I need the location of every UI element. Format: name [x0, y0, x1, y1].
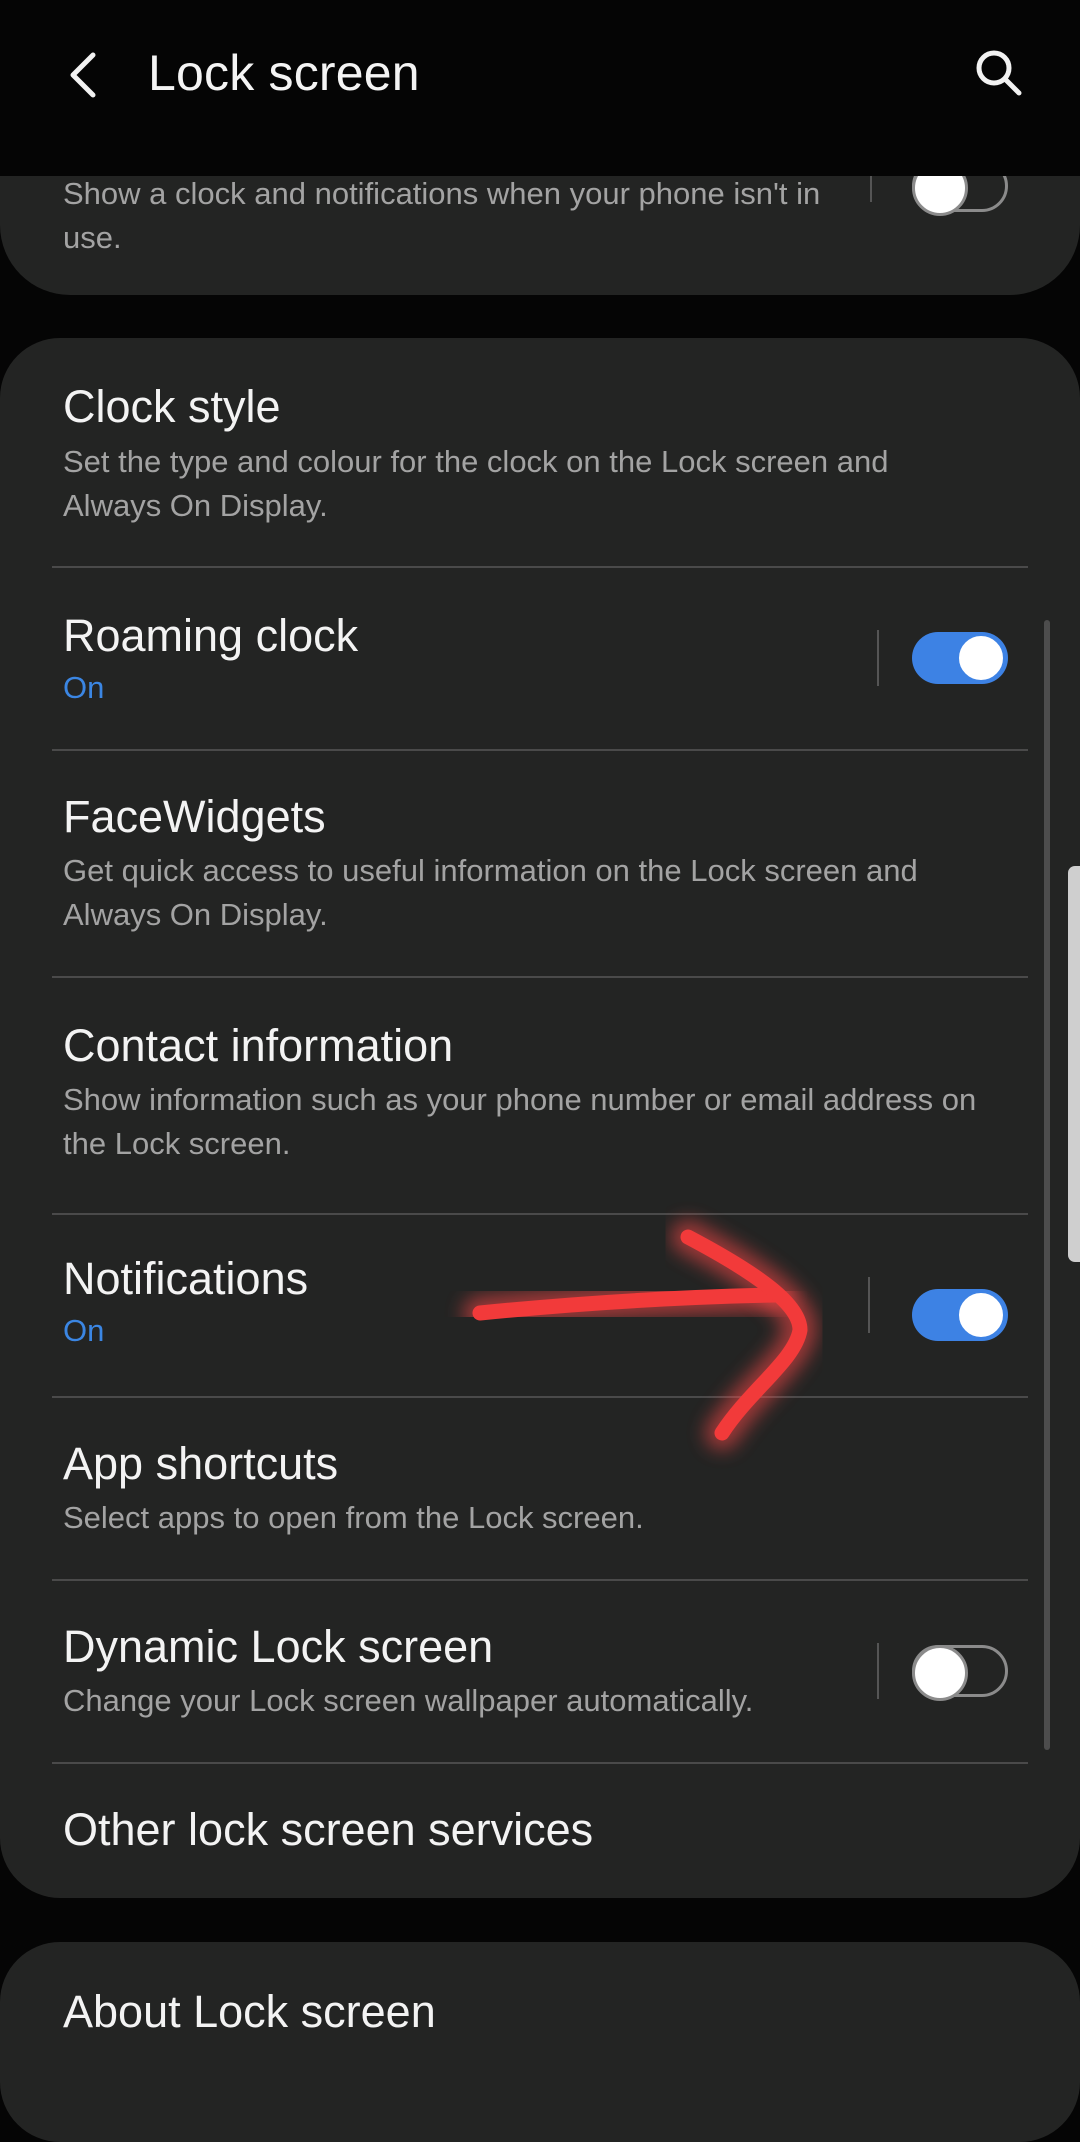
facewidgets-title: FaceWidgets: [63, 791, 326, 842]
toggle-knob: [957, 1291, 1005, 1339]
back-button[interactable]: [52, 40, 112, 110]
about-lock-screen-card[interactable]: About Lock screen: [0, 1942, 1080, 2142]
clock-style-subtitle: Set the type and colour for the clock on…: [63, 444, 889, 523]
dynamic-lock-screen-subtitle: Change your Lock screen wallpaper automa…: [63, 1683, 754, 1718]
contact-information-title: Contact information: [63, 1020, 454, 1071]
app-shortcuts-title: App shortcuts: [63, 1438, 339, 1489]
facewidgets-item[interactable]: FaceWidgets Get quick access to useful i…: [0, 751, 1080, 977]
app-bar: Lock screen: [0, 0, 1080, 176]
separator: [877, 630, 879, 686]
aod-description: Show a clock and notifications when your…: [63, 176, 821, 255]
scrollbar[interactable]: [1044, 620, 1050, 1750]
search-icon: [976, 50, 1022, 96]
lock-screen-settings-card: Clock style Set the type and colour for …: [0, 338, 1080, 1898]
page-title: Lock screen: [148, 45, 420, 101]
other-lock-screen-services-title: Other lock screen services: [63, 1804, 594, 1855]
clock-style-title: Clock style: [63, 381, 281, 432]
toggle-knob: [912, 1645, 968, 1701]
roaming-clock-title: Roaming clock: [63, 610, 359, 661]
dynamic-lock-screen-toggle[interactable]: [912, 1645, 1008, 1701]
search-button[interactable]: [966, 40, 1032, 106]
separator: [877, 1643, 879, 1699]
separator: [868, 1277, 870, 1333]
roaming-clock-status: On: [63, 670, 105, 705]
notifications-item[interactable]: Notifications On: [0, 1215, 1080, 1397]
other-lock-screen-services-item[interactable]: Other lock screen services: [0, 1764, 1080, 1898]
app-shortcuts-item[interactable]: App shortcuts Select apps to open from t…: [0, 1398, 1080, 1580]
contact-information-subtitle: Show information such as your phone numb…: [63, 1082, 977, 1161]
dynamic-lock-screen-item[interactable]: Dynamic Lock screen Change your Lock scr…: [0, 1581, 1080, 1763]
dynamic-lock-screen-title: Dynamic Lock screen: [63, 1621, 494, 1672]
app-shortcuts-subtitle: Select apps to open from the Lock screen…: [63, 1500, 644, 1535]
back-arrow-icon: [70, 52, 96, 98]
roaming-clock-toggle[interactable]: [912, 632, 1008, 684]
about-lock-screen-title: About Lock screen: [63, 1986, 436, 2037]
toggle-knob: [957, 634, 1005, 682]
contact-information-item[interactable]: Contact information Show information suc…: [0, 978, 1080, 1214]
edge-panel-handle[interactable]: [1068, 866, 1080, 1262]
notifications-status: On: [63, 1313, 105, 1348]
roaming-clock-item[interactable]: Roaming clock On: [0, 568, 1080, 750]
facewidgets-subtitle: Get quick access to useful information o…: [63, 853, 918, 932]
notifications-toggle[interactable]: [912, 1289, 1008, 1341]
notifications-title: Notifications: [63, 1253, 309, 1304]
clock-style-item[interactable]: Clock style Set the type and colour for …: [0, 338, 1080, 566]
